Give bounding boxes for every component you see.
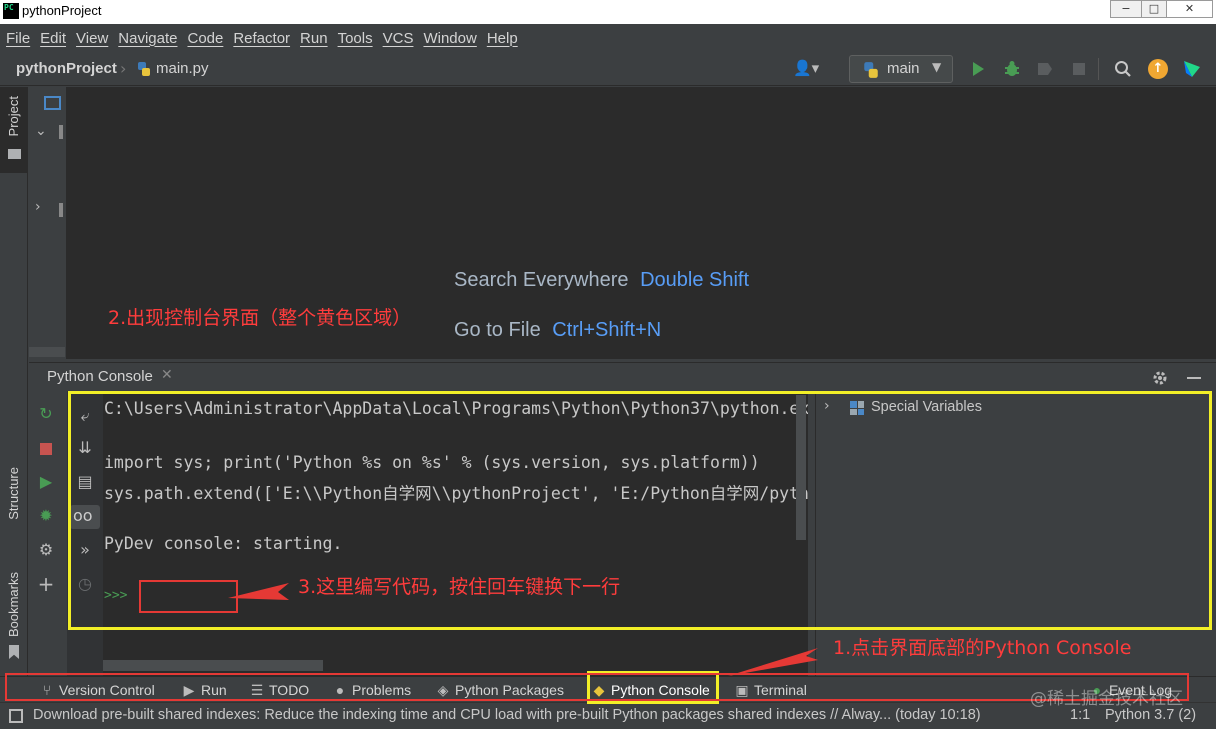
breadcrumb-project[interactable]: pythonProject <box>16 60 117 77</box>
update-icon[interactable]: ↑ <box>1148 59 1168 79</box>
bottom-bar-highlight <box>5 673 1189 701</box>
tree-node-stub <box>59 125 63 139</box>
folder-icon <box>8 149 21 159</box>
stop-console-icon[interactable] <box>40 443 52 455</box>
project-view-icon[interactable] <box>44 96 61 110</box>
pycharm-app-icon: PC <box>3 3 19 19</box>
menu-navigate[interactable]: Navigate <box>118 30 177 47</box>
execute-icon[interactable]: ▶ <box>35 471 57 493</box>
menu-file[interactable]: File <box>6 30 30 47</box>
left-tool-strip: Project Structure Bookmarks <box>0 87 28 699</box>
console-tool-window-header: Python Console ✕ <box>29 362 1216 390</box>
toolbar-divider <box>1098 58 1099 80</box>
bookmarks-tab-label[interactable]: Bookmarks <box>6 572 21 637</box>
menu-refactor[interactable]: Refactor <box>233 30 290 47</box>
watermark: @稀土掘金技术社区 <box>1030 689 1183 709</box>
menu-help[interactable]: Help <box>487 30 518 47</box>
menu-window[interactable]: Window <box>423 30 476 47</box>
menu-edit[interactable]: Edit <box>40 30 66 47</box>
input-area-highlight <box>139 580 238 613</box>
jetbrains-toolbox-icon[interactable] <box>1182 59 1202 79</box>
python-config-icon <box>864 62 878 78</box>
layout-toggle-icon[interactable] <box>9 709 23 723</box>
project-panel-scrollbar[interactable] <box>29 347 65 357</box>
hint-go-to-file: Go to File Ctrl+Shift+N <box>454 319 661 342</box>
coverage-icon[interactable] <box>1036 60 1054 78</box>
hint-text: Go to File <box>454 319 541 341</box>
search-icon[interactable] <box>1114 60 1132 78</box>
close-tab-icon[interactable]: ✕ <box>161 367 173 383</box>
project-tool-tab[interactable]: Project <box>0 87 28 173</box>
menu-vcs[interactable]: VCS <box>383 30 414 47</box>
hint-shortcut: Ctrl+Shift+N <box>552 319 662 341</box>
menu-bar: File Edit View Navigate Code Refactor Ru… <box>0 25 1216 51</box>
rerun-icon[interactable]: ↻ <box>35 403 57 425</box>
python-file-icon <box>138 62 150 76</box>
hint-search-everywhere: Search Everywhere Double Shift <box>454 269 749 292</box>
project-tab-label: Project <box>6 96 21 137</box>
status-message[interactable]: Download pre-built shared indexes: Reduc… <box>33 707 981 723</box>
console-horizontal-scrollbar[interactable] <box>103 660 323 671</box>
interpreter-indicator[interactable]: Python 3.7 (2) <box>1105 707 1196 723</box>
new-console-icon[interactable]: + <box>35 573 57 595</box>
structure-tab-label[interactable]: Structure <box>6 467 21 520</box>
annotation-step-2: 2.出现控制台界面（整个黄色区域） <box>108 307 412 329</box>
gear-icon[interactable] <box>1151 369 1169 387</box>
window-title: pythonProject <box>22 3 102 18</box>
tree-node-stub <box>59 203 63 217</box>
menu-run[interactable]: Run <box>300 30 328 47</box>
console-highlight-box <box>68 391 1212 630</box>
minimize-button[interactable]: − <box>1110 0 1142 18</box>
console-actions-column: ↻ ▶ ✹ ⚙ + <box>29 391 67 699</box>
title-bar: PC pythonProject − □ ✕ <box>0 0 1216 24</box>
expand-chevron-icon[interactable]: ⌄ <box>35 123 47 139</box>
settings-icon[interactable]: ⚙ <box>35 539 57 561</box>
menu-tools[interactable]: Tools <box>338 30 373 47</box>
bookmark-icon <box>9 645 19 659</box>
breadcrumb-separator-icon: › <box>120 59 127 78</box>
annotation-step-1: 1.点击界面底部的Python Console <box>833 637 1132 659</box>
run-configuration-select[interactable]: main ▼ <box>849 55 953 83</box>
annotation-step-3: 3.这里编写代码，按住回车键换下一行 <box>298 576 621 598</box>
hint-shortcut: Double Shift <box>640 269 750 291</box>
close-window-button[interactable]: ✕ <box>1166 0 1213 18</box>
collapse-chevron-icon[interactable]: › <box>35 199 41 215</box>
hint-text: Search Everywhere <box>454 269 629 291</box>
chevron-down-icon: ▼ <box>932 60 942 74</box>
maximize-button[interactable]: □ <box>1141 0 1167 18</box>
stop-icon[interactable] <box>1071 61 1087 77</box>
debug-console-icon[interactable]: ✹ <box>35 505 57 527</box>
debug-icon[interactable] <box>1003 60 1021 78</box>
caret-position[interactable]: 1:1 <box>1070 707 1090 723</box>
python-console-tab[interactable]: Python Console <box>47 368 153 385</box>
menu-view[interactable]: View <box>76 30 108 47</box>
run-config-label: main <box>887 60 920 77</box>
account-dropdown-icon[interactable]: 👤▾ <box>793 59 827 79</box>
run-icon[interactable] <box>970 61 986 77</box>
breadcrumb-file[interactable]: main.py <box>156 60 209 77</box>
project-panel-collapsed: ⌄ › <box>29 87 67 359</box>
menu-code[interactable]: Code <box>187 30 223 47</box>
navigation-bar: pythonProject › main.py 👤▾ main ▼ ↑ <box>0 53 1216 86</box>
hide-panel-icon[interactable] <box>1187 377 1201 379</box>
